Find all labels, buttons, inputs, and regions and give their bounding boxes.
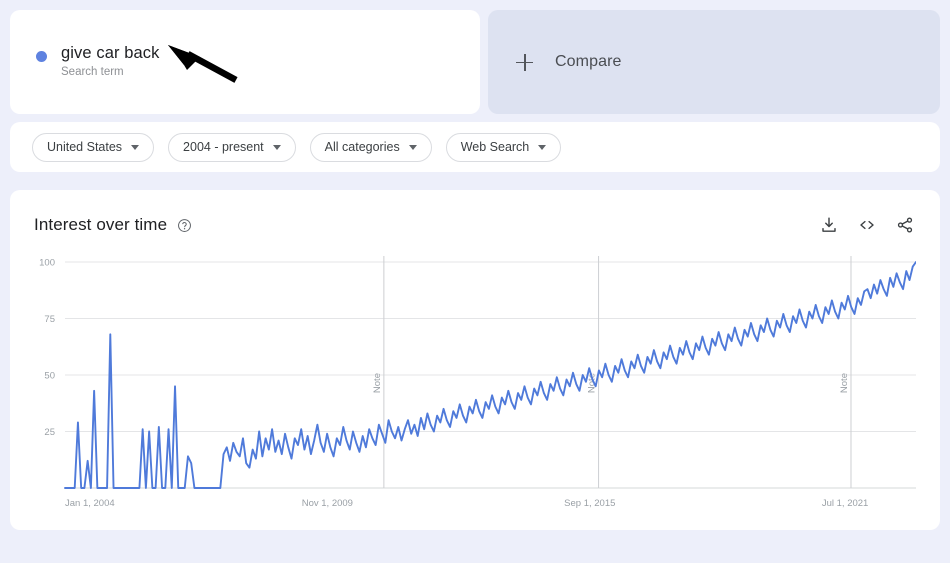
interest-over-time-chart[interactable]: 255075100Note Note NoteJan 1, 2004 Nov 1, 2… (10, 250, 916, 520)
series-color-dot (36, 51, 47, 63)
embed-icon[interactable] (858, 216, 876, 234)
chevron-down-icon (538, 144, 547, 150)
y-axis-tick-label: 25 (44, 427, 55, 438)
filter-category-label: All categories (324, 140, 400, 154)
chart-actions (820, 216, 918, 234)
search-term-card[interactable]: give car back Search term (10, 10, 480, 114)
search-term-title: give car back (61, 44, 160, 63)
plus-icon (516, 53, 533, 71)
interest-over-time-card: Interest over time 25 50 75 100 Note Not… (10, 190, 940, 530)
chevron-down-icon (408, 144, 417, 150)
chevron-down-icon (272, 144, 281, 150)
filter-category[interactable]: All categories (309, 132, 432, 162)
chart-plot-area[interactable]: 25 50 75 100 Note Note Note Jan 1, 2004 Nov 1, 2… (10, 250, 940, 520)
filter-location-label: United States (47, 140, 123, 154)
x-axis-tick-label: Nov 1, 2009 (302, 498, 353, 509)
compare-button[interactable]: Compare (488, 10, 940, 114)
note-marker-label: Note (839, 373, 850, 393)
download-icon[interactable] (820, 216, 838, 234)
x-axis-tick-label: Sep 1, 2015 (564, 498, 615, 509)
y-axis-tick-label: 100 (39, 258, 55, 269)
filter-time-range[interactable]: 2004 - present (168, 132, 296, 162)
x-axis-tick-label: Jul 1, 2021 (822, 498, 868, 509)
filter-time-range-label: 2004 - present (183, 140, 264, 154)
y-axis-tick-label: 75 (44, 314, 55, 325)
filter-search-type-label: Web Search (460, 140, 530, 154)
chart-title: Interest over time (34, 215, 168, 234)
filter-bar: United States 2004 - present All categor… (10, 122, 940, 172)
filter-location[interactable]: United States (32, 132, 155, 162)
search-term-subtitle: Search term (61, 66, 124, 79)
search-terms-row: give car back Search term Compare (0, 0, 950, 114)
help-circle-icon[interactable] (177, 218, 192, 233)
note-marker-label: Note (372, 373, 383, 393)
filter-search-type[interactable]: Web Search (445, 132, 562, 162)
chart-header: Interest over time (34, 210, 918, 240)
chart-title-wrap: Interest over time (34, 215, 192, 235)
share-icon[interactable] (896, 216, 914, 234)
chevron-down-icon (131, 144, 140, 150)
y-axis-tick-label: 50 (44, 371, 55, 382)
compare-label: Compare (555, 53, 622, 70)
search-term-content: give car back Search term (36, 44, 160, 79)
search-term-text: give car back Search term (61, 44, 160, 79)
x-axis-tick-label: Jan 1, 2004 (65, 498, 115, 509)
